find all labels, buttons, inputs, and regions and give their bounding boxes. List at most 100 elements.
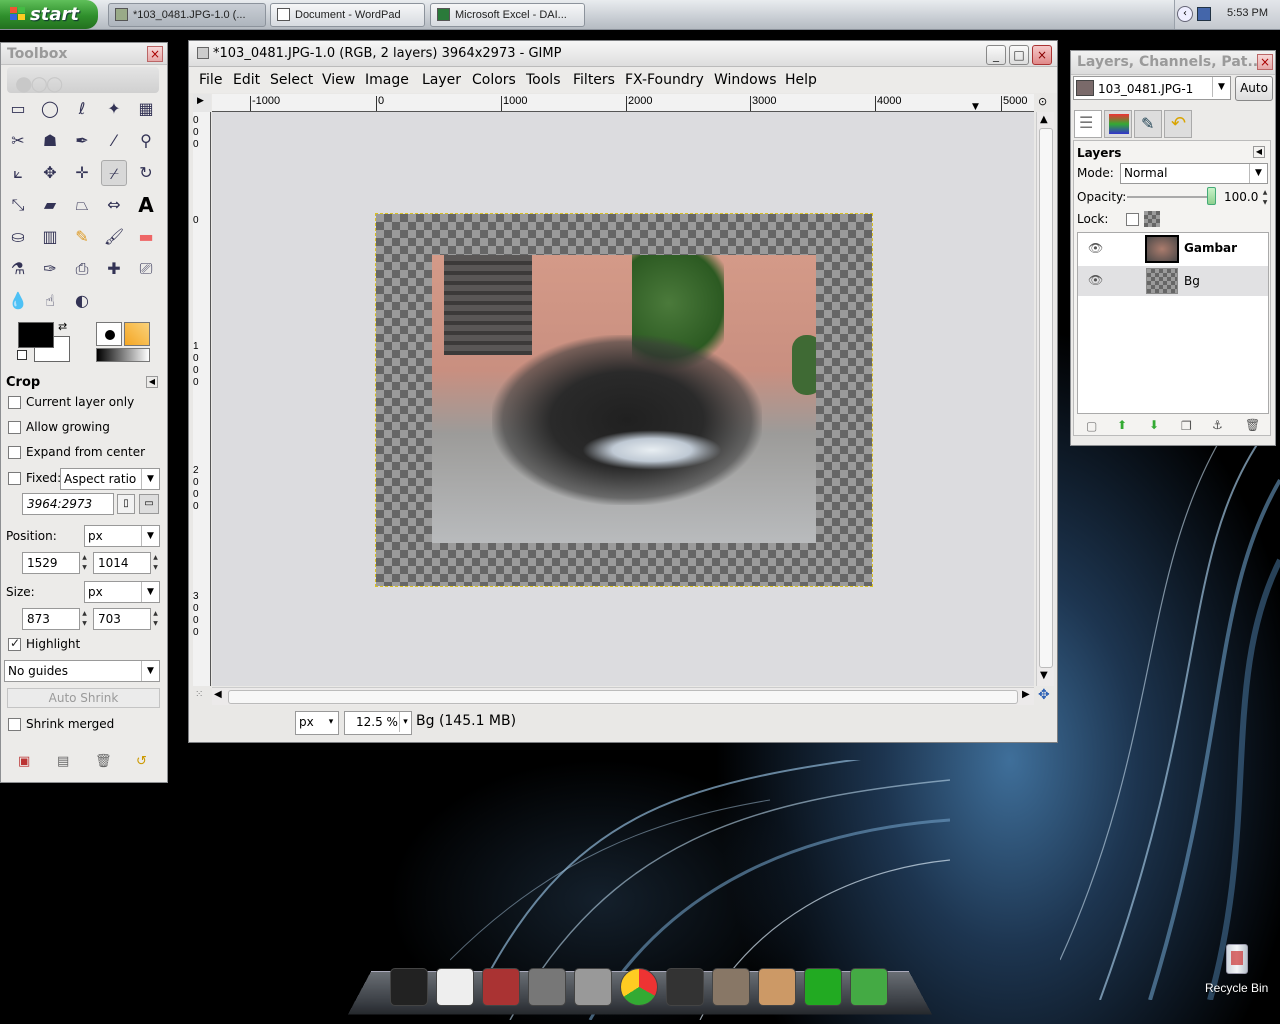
landscape-icon[interactable]: ▭	[139, 494, 159, 514]
eraser-icon[interactable]: ▬	[133, 224, 159, 250]
chevron-left-icon[interactable]: ‹	[1177, 6, 1193, 22]
crop-icon[interactable]: ⌿	[101, 160, 127, 186]
save-options-icon[interactable]: ▣	[18, 754, 30, 769]
menu-image[interactable]: Image	[365, 72, 409, 88]
menu-fx-foundry[interactable]: FX-Foundry	[625, 72, 704, 88]
smudge-icon[interactable]: ☝	[37, 288, 63, 314]
horizontal-scrollbar[interactable]: ◀ ▶	[212, 687, 1034, 705]
aspect-ratio-field[interactable]: 3964:2973	[22, 493, 114, 515]
visibility-eye-icon[interactable]: 👁	[1088, 241, 1103, 255]
lower-layer-icon[interactable]: ⬇	[1149, 418, 1159, 432]
measure-icon[interactable]: ⟀	[5, 160, 31, 186]
avatar-icon[interactable]	[758, 968, 796, 1006]
default-colors-icon[interactable]	[17, 350, 27, 360]
tab-layers[interactable]: ☰	[1074, 110, 1102, 138]
raise-layer-icon[interactable]: ⬆	[1117, 418, 1127, 432]
fixed-mode-select[interactable]: Aspect ratio ▼	[60, 468, 160, 490]
align-icon[interactable]: ✛	[69, 160, 95, 186]
heal-icon[interactable]: ✚	[101, 256, 127, 282]
pencil-icon[interactable]: ✎	[69, 224, 95, 250]
menu-windows[interactable]: Windows	[714, 72, 777, 88]
vertical-scrollbar[interactable]: ▲ ▼	[1036, 112, 1054, 686]
maximize-button[interactable]: □	[1009, 45, 1029, 65]
close-icon[interactable]: ×	[147, 46, 163, 62]
quick-mask-toggle[interactable]: ▶	[193, 94, 211, 112]
rect-select-icon[interactable]: ▭	[5, 96, 31, 122]
lock-alpha-checkbox[interactable]	[1126, 213, 1139, 226]
options-menu-icon[interactable]: ◀	[146, 376, 158, 388]
text-icon[interactable]: A	[133, 192, 159, 218]
photos-icon[interactable]	[574, 968, 612, 1006]
opacity-slider-handle[interactable]	[1207, 187, 1216, 205]
recycle-bin-icon[interactable]	[1226, 944, 1248, 974]
dodge-burn-icon[interactable]: ◐	[69, 288, 95, 314]
menu-help[interactable]: Help	[785, 72, 817, 88]
network-tray-icon[interactable]	[1197, 7, 1211, 21]
menu-filters[interactable]: Filters	[573, 72, 615, 88]
menu-view[interactable]: View	[322, 72, 355, 88]
size-height-input[interactable]: 703	[93, 608, 151, 630]
opacity-slider-track[interactable]	[1127, 196, 1215, 198]
horizontal-scroll-thumb[interactable]	[228, 690, 1018, 704]
new-layer-icon[interactable]: ▢	[1086, 419, 1097, 433]
select-by-color-icon[interactable]: ▦	[133, 96, 159, 122]
tab-paths[interactable]: ✎	[1134, 110, 1162, 138]
scissors-icon[interactable]: ✂	[5, 128, 31, 154]
close-icon[interactable]: ×	[1257, 54, 1273, 70]
free-select-icon[interactable]: ℓ	[69, 96, 95, 122]
vertical-scroll-thumb[interactable]	[1039, 128, 1053, 668]
paths-icon[interactable]: ✒	[69, 128, 95, 154]
scroll-up-icon[interactable]: ▲	[1040, 114, 1048, 125]
scroll-right-icon[interactable]: ▶	[1022, 689, 1030, 700]
menu-edit[interactable]: Edit	[233, 72, 260, 88]
zoom-on-resize-icon[interactable]: ⊙	[1038, 95, 1047, 108]
anchor-layer-icon[interactable]: ⚓	[1212, 418, 1223, 432]
layer-row-bg[interactable]: 👁 Bg	[1078, 266, 1268, 296]
portrait-icon[interactable]: ▯	[117, 494, 135, 514]
blur-icon[interactable]: 💧	[5, 288, 31, 314]
system-icon[interactable]	[666, 968, 704, 1006]
task-excel[interactable]: Microsoft Excel - DAI...	[430, 3, 585, 27]
dictionary-icon[interactable]	[482, 968, 520, 1006]
shear-icon[interactable]: ▰	[37, 192, 63, 218]
move-icon[interactable]: ✥	[37, 160, 63, 186]
quick-mask-icon[interactable]: ⁙	[195, 689, 203, 700]
opacity-spinner[interactable]: ▲ ▼	[1261, 188, 1269, 208]
unit-select[interactable]: px ▾	[295, 711, 339, 735]
delete-layer-icon[interactable]: 🗑	[1245, 418, 1260, 432]
brush-preview[interactable]	[96, 322, 122, 346]
perspective-icon[interactable]: ⏢	[69, 192, 95, 218]
position-unit-select[interactable]: px ▼	[84, 525, 160, 547]
current-layer-only-checkbox[interactable]	[8, 396, 21, 409]
horizontal-ruler[interactable]	[212, 94, 1034, 112]
auto-shrink-button[interactable]: Auto Shrink	[7, 688, 160, 708]
flip-icon[interactable]: ⇔	[101, 192, 127, 218]
scale-icon[interactable]: ⤡	[5, 192, 31, 218]
foreground-select-icon[interactable]: ☗	[37, 128, 63, 154]
position-y-spinner[interactable]: ▲ ▼	[151, 553, 160, 573]
menu-colors[interactable]: Colors	[472, 72, 516, 88]
ink-icon[interactable]: ✑	[37, 256, 63, 282]
auto-button[interactable]: Auto	[1235, 76, 1273, 101]
size-width-input[interactable]: 873	[22, 608, 80, 630]
size-unit-select[interactable]: px ▼	[84, 581, 160, 603]
layers-menu-icon[interactable]: ◀	[1253, 146, 1265, 158]
tools-icon[interactable]	[712, 968, 750, 1006]
bucket-fill-icon[interactable]: ⛀	[5, 224, 31, 250]
color-picker-icon[interactable]: ⁄	[101, 128, 127, 154]
menu-select[interactable]: Select	[270, 72, 313, 88]
opacity-value[interactable]: 100.0	[1224, 190, 1258, 204]
mode-select[interactable]: Normal ▼	[1120, 163, 1268, 184]
toolbox-titlebar[interactable]: Toolbox ×	[1, 43, 167, 65]
start-button[interactable]: start	[0, 0, 98, 29]
scroll-down-icon[interactable]: ▼	[1040, 670, 1048, 681]
zoom-select[interactable]: 12.5 % ▾	[344, 711, 412, 735]
menu-file[interactable]: File	[199, 72, 222, 88]
restore-options-icon[interactable]: ▤	[57, 754, 69, 769]
recycle-bin-label[interactable]: Recycle Bin	[1205, 981, 1268, 995]
fuzzy-select-icon[interactable]: ✦	[101, 96, 127, 122]
position-y-input[interactable]: 1014	[93, 552, 151, 574]
size-width-spinner[interactable]: ▲ ▼	[80, 609, 89, 629]
navigate-icon[interactable]: ✥	[1038, 687, 1050, 703]
visibility-eye-icon[interactable]: 👁	[1088, 273, 1103, 287]
